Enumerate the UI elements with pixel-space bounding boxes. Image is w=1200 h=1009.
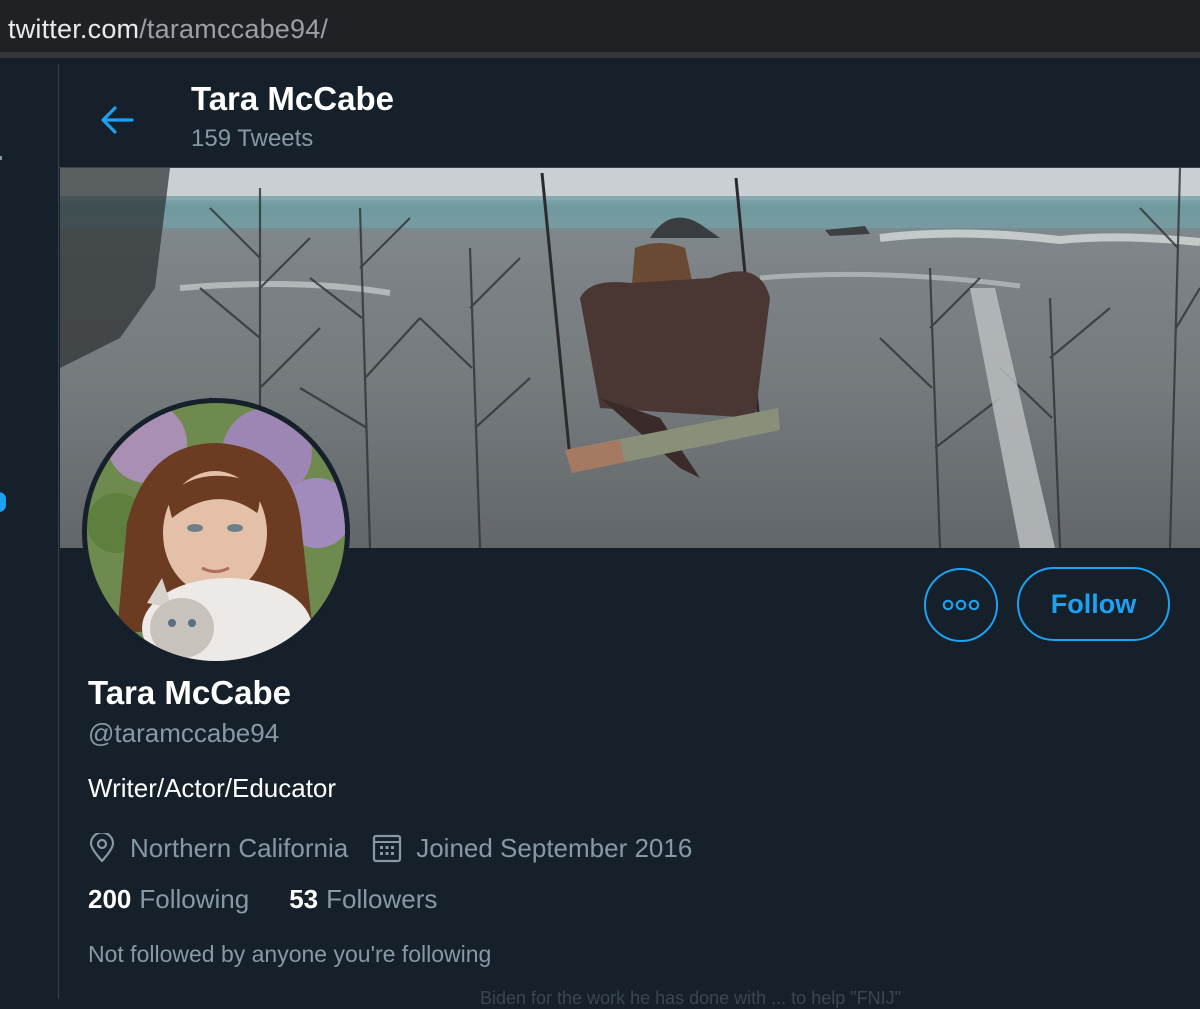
back-button[interactable] xyxy=(91,94,143,146)
joined-text: Joined September 2016 xyxy=(416,832,693,863)
follow-button[interactable]: Follow xyxy=(1017,567,1170,641)
following-count: 200 xyxy=(88,884,132,914)
profile-joined: Joined September 2016 xyxy=(372,833,692,864)
profile-avatar[interactable] xyxy=(82,398,350,666)
follow-stats: 200 Following 53 Followers xyxy=(88,884,437,915)
not-followed-note: Not followed by anyone you're following xyxy=(88,941,492,967)
following-label: Following xyxy=(139,884,250,914)
followers-count: 53 xyxy=(289,884,319,914)
location-text: Northern California xyxy=(130,832,349,863)
profile-bio: Writer/Actor/Educator xyxy=(88,773,337,803)
followers-link[interactable]: 53 Followers xyxy=(289,884,437,915)
avatar-image xyxy=(87,403,345,661)
profile-location: Northern California xyxy=(88,833,348,864)
following-link[interactable]: 200 Following xyxy=(88,884,249,915)
sidebar-edge-mark xyxy=(0,156,2,160)
profile-name: Tara McCabe xyxy=(88,674,291,711)
profile-meta: Northern California Joined September 201… xyxy=(88,828,692,868)
profile-header-bar: Tara McCabe 159 Tweets xyxy=(59,64,1200,168)
url-path: /taramccabe94/ xyxy=(139,14,329,44)
tweet-button-edge[interactable] xyxy=(0,492,6,512)
location-pin-icon xyxy=(89,833,115,863)
profile-handle: @taramccabe94 xyxy=(88,718,280,748)
left-sidebar xyxy=(0,64,59,999)
header-tweet-count: 159 Tweets xyxy=(191,125,314,152)
url-host: twitter.com xyxy=(8,14,140,44)
header-profile-name: Tara McCabe xyxy=(191,80,394,117)
browser-address-bar[interactable]: twitter.com/taramccabe94/ xyxy=(0,0,1200,58)
calendar-icon xyxy=(373,834,402,863)
followers-label: Followers xyxy=(326,884,438,914)
arrow-left-icon xyxy=(101,106,134,134)
more-icon xyxy=(942,599,980,611)
more-options-button[interactable] xyxy=(924,568,998,642)
url-text[interactable]: twitter.com/taramccabe94/ xyxy=(8,14,328,45)
